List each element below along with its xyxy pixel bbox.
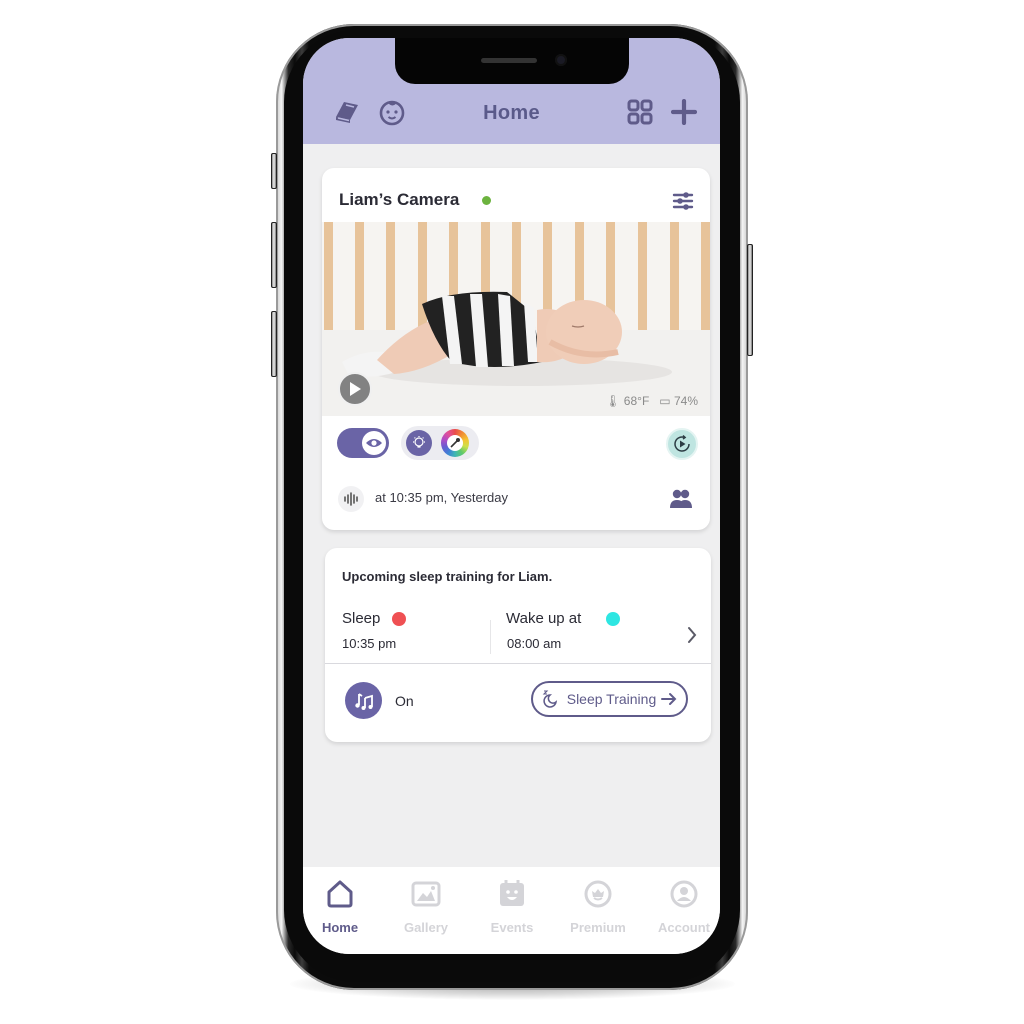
silent-switch: [271, 153, 277, 189]
color-picker-button[interactable]: [441, 429, 469, 457]
last-event-row[interactable]: at 10:35 pm, Yesterday: [322, 480, 710, 516]
premium-icon: [583, 879, 613, 909]
light-bulb-icon: [413, 436, 425, 448]
sleep-training-button[interactable]: Sleep Training: [531, 681, 688, 717]
bottom-tab-bar: Home Gallery Events Premium Account: [303, 867, 720, 954]
settings-sliders-icon[interactable]: [672, 190, 694, 212]
online-status-dot: [482, 196, 491, 205]
eyedropper-icon: [450, 438, 460, 448]
tab-events[interactable]: Events: [470, 867, 554, 947]
video-stats: 🌡 68°F ▭ 74%: [605, 394, 698, 408]
tab-account[interactable]: Account: [642, 867, 720, 947]
power-button: [747, 244, 753, 356]
eye-icon: [362, 431, 386, 455]
play-button[interactable]: [338, 372, 372, 406]
camera-live-view[interactable]: 🌡 68°F ▭ 74%: [322, 222, 710, 416]
speaker-grille: [481, 58, 537, 63]
last-event-text: at 10:35 pm, Yesterday: [375, 490, 508, 505]
replay-button[interactable]: [666, 428, 698, 460]
music-state: On: [395, 693, 414, 709]
arrow-right-icon: [661, 693, 677, 705]
schedule-divider: [490, 620, 491, 654]
grid-icon[interactable]: [624, 96, 656, 128]
volume-down-button: [271, 311, 277, 377]
camera-controls: [322, 424, 710, 464]
thermometer-icon: 🌡: [605, 394, 621, 408]
music-button[interactable]: [345, 682, 382, 719]
replay-icon: [674, 434, 690, 452]
page-title: Home: [483, 102, 540, 124]
gallery-icon: [411, 879, 441, 909]
events-icon: [497, 879, 527, 909]
music-notes-icon: [354, 692, 373, 710]
sleep-label: Sleep: [342, 610, 381, 627]
wake-color-dot: [606, 612, 620, 626]
sleep-training-label: Sleep Training: [566, 691, 657, 707]
sleep-color-dot: [392, 612, 406, 626]
light-controls: [401, 426, 479, 460]
sleep-time: 10:35 pm: [342, 636, 397, 651]
camera-card[interactable]: Liam’s Camera 🌡 68°F ▭ 74% at 10:35 pm, …: [322, 168, 710, 530]
wake-label: Wake up at: [506, 610, 582, 627]
moon-zzz-icon: [542, 690, 557, 708]
sleep-training-card: Upcoming sleep training for Liam. Sleep …: [325, 548, 711, 742]
sound-wave-icon: [338, 486, 364, 512]
app-screen: Home Liam’s Camera 🌡 68°F ▭ 74% at 10:35…: [303, 38, 720, 954]
camera-name: Liam’s Camera: [339, 190, 460, 209]
baby-sleeping-image: [322, 222, 710, 416]
chevron-right-icon[interactable]: [685, 625, 699, 645]
tab-home[interactable]: Home: [303, 867, 382, 947]
sleep-training-heading: Upcoming sleep training for Liam.: [342, 569, 553, 584]
plus-icon[interactable]: [668, 96, 700, 128]
notch: [395, 38, 629, 84]
battery-icon: ▭: [659, 394, 671, 408]
tab-premium[interactable]: Premium: [556, 867, 640, 947]
night-light-button[interactable]: [406, 430, 432, 456]
people-icon[interactable]: [669, 488, 693, 510]
account-icon: [669, 879, 699, 909]
home-icon: [325, 879, 355, 909]
tab-gallery[interactable]: Gallery: [384, 867, 468, 947]
front-camera: [555, 54, 567, 66]
night-vision-toggle[interactable]: [337, 428, 389, 458]
section-divider: [325, 663, 711, 664]
volume-up-button: [271, 222, 277, 288]
temperature-readout: 🌡 68°F: [605, 394, 650, 408]
wake-time: 08:00 am: [507, 636, 562, 651]
battery-readout: ▭ 74%: [659, 394, 698, 408]
